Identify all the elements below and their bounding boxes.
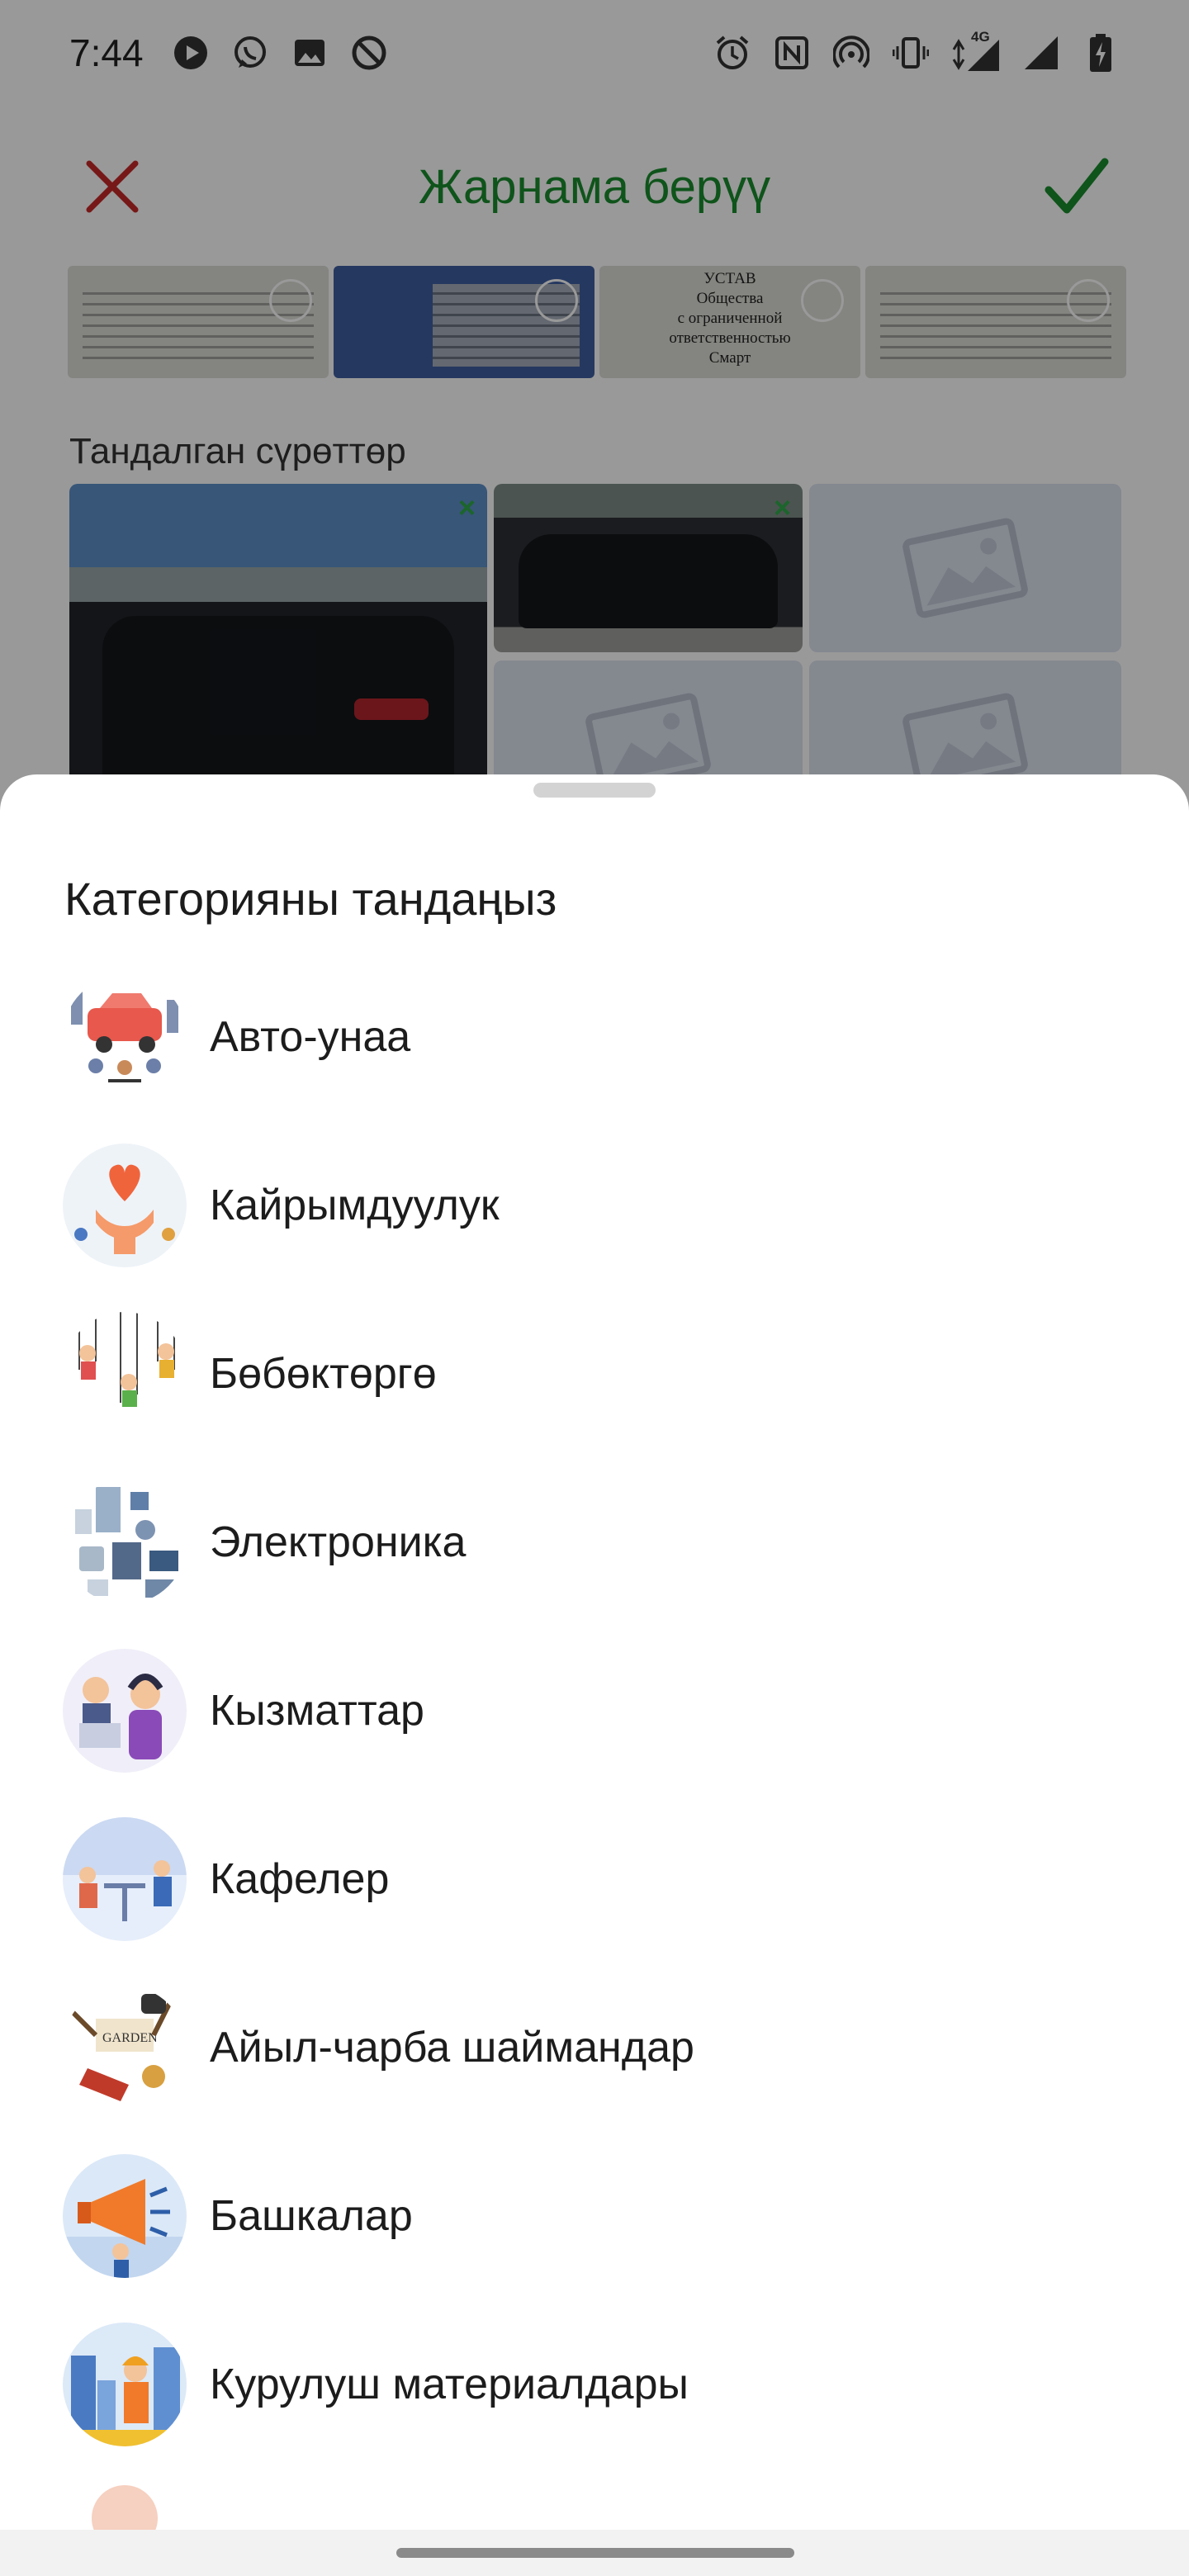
category-list: Авто-унаа Кайрымдуулук Бөбөктөргө Электр… [0,953,1189,2576]
category-item-auto[interactable]: Авто-унаа [0,953,1189,1121]
category-item-others[interactable]: Башкалар [0,2132,1189,2300]
drag-handle[interactable] [533,783,656,798]
category-label: Электроника [210,1518,467,1566]
category-label: Башкалар [210,2192,413,2240]
home-gesture-bar[interactable] [396,2548,794,2558]
category-label: Кайрымдуулук [210,1181,500,1229]
category-label: Авто-унаа [210,1013,411,1061]
system-nav-bar [0,2530,1189,2576]
electronics-icon [63,1480,187,1604]
category-item-charity[interactable]: Кайрымдуулук [0,1121,1189,1290]
sheet-title: Категорияны тандаңыз [64,873,557,925]
car-service-icon [63,975,187,1099]
category-bottom-sheet: Категорияны тандаңыз Авто-унаа Кайрымдуу… [0,774,1189,2576]
category-item-electronics[interactable]: Электроника [0,1458,1189,1627]
category-label: Кафелер [210,1855,390,1903]
category-label: Курулуш материалдары [210,2361,689,2408]
category-label: Бөбөктөргө [210,1350,437,1398]
svg-text:GARDEN: GARDEN [102,2031,158,2045]
category-item-partial[interactable] [0,2469,1189,2576]
garden-tools-icon: GARDEN [63,1986,187,2110]
category-item-services[interactable]: Кызматтар [0,1627,1189,1795]
category-item-cafes[interactable]: Кафелер [0,1795,1189,1963]
category-label: Кызматтар [210,1687,424,1735]
construction-worker-icon [63,2323,187,2446]
services-support-icon [63,1649,187,1773]
cafe-icon [63,1817,187,1941]
kids-swings-icon [63,1312,187,1436]
megaphone-icon [63,2154,187,2278]
category-label: Айыл-чарба шаймандар [210,2024,694,2072]
category-item-kids[interactable]: Бөбөктөргө [0,1290,1189,1458]
charity-hands-heart-icon [63,1144,187,1267]
category-item-agriculture-tools[interactable]: GARDEN Айыл-чарба шаймандар [0,1963,1189,2132]
category-item-construction-materials[interactable]: Курулуш материалдары [0,2300,1189,2469]
